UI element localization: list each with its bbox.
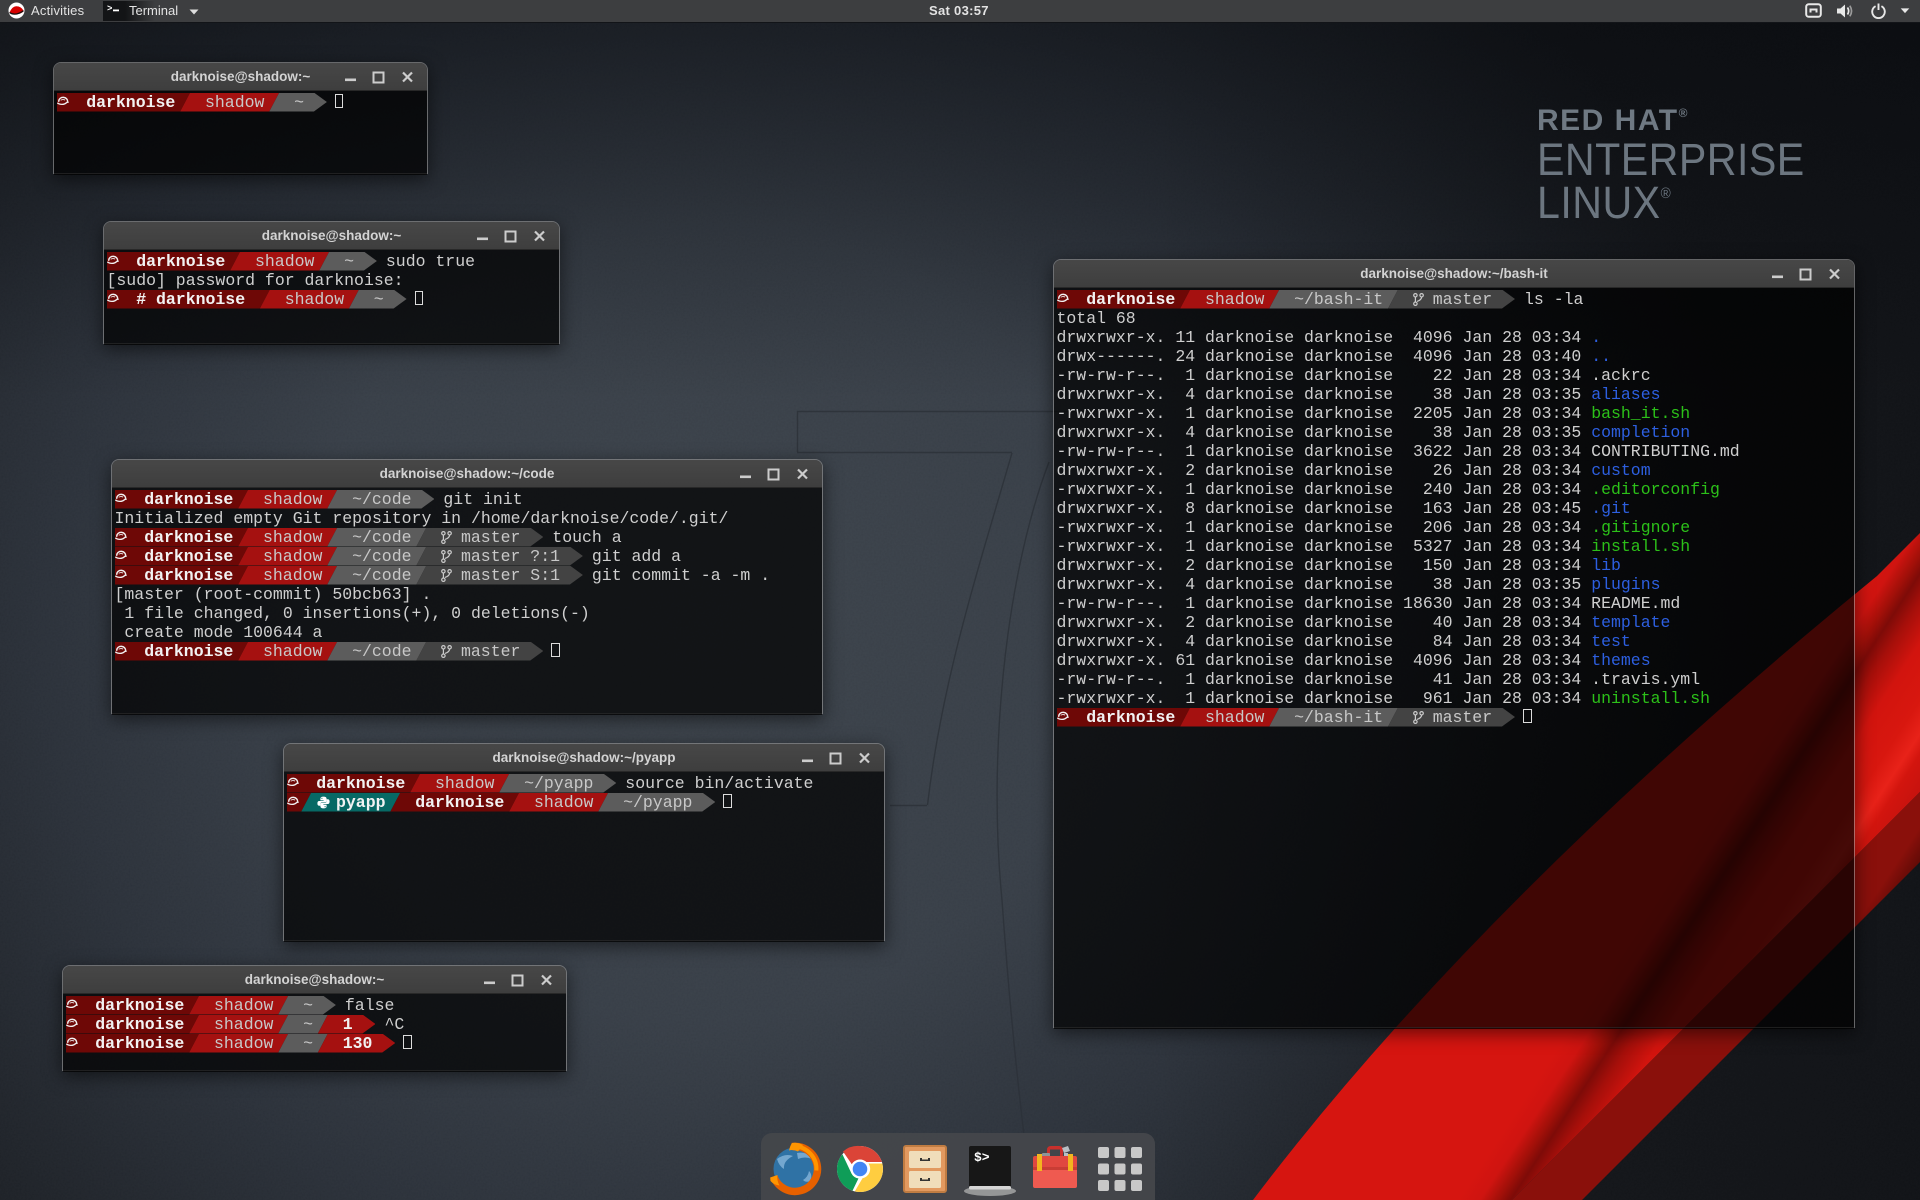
svg-text:$>: $> [974, 1150, 990, 1165]
svg-text:>: > [107, 4, 112, 14]
